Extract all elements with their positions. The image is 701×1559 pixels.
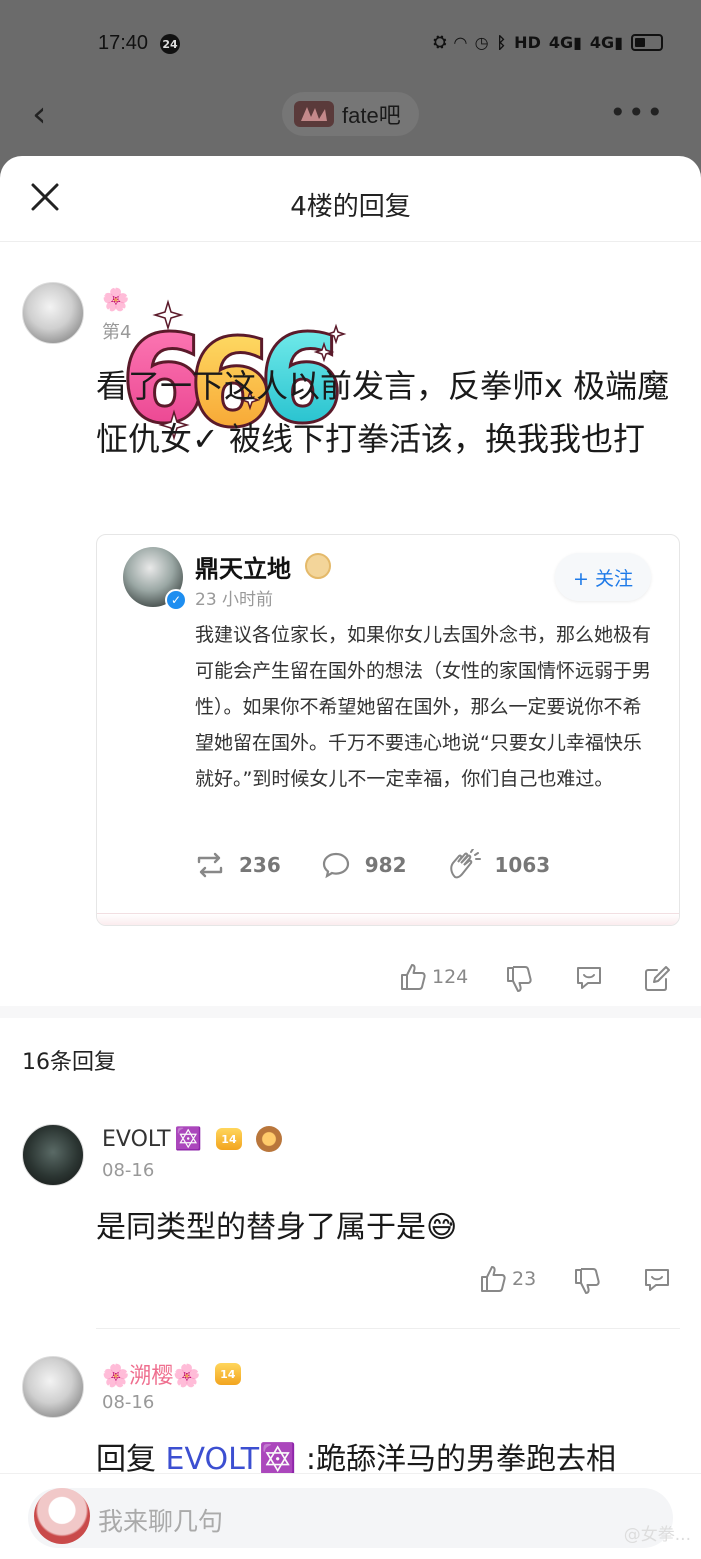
comment-stat: 982 — [321, 851, 407, 879]
comment-button[interactable] — [642, 1266, 672, 1294]
sheet-title: 4楼的回复 — [290, 192, 411, 222]
thumbs-up-icon — [401, 964, 426, 990]
headphones-icon: ◠ — [454, 32, 467, 52]
follow-button: + 关注 — [555, 553, 651, 601]
forum-logo — [294, 101, 334, 127]
forum-name: fate吧 — [342, 103, 401, 128]
thumbs-down-icon — [575, 1268, 600, 1294]
signal-icon: 4G▮ — [548, 32, 582, 52]
battery-icon — [631, 33, 663, 51]
reply-item: EVOLT 🔯 14 08-16 是同类型的替身了属于是😅 23 — [0, 1124, 701, 1314]
vpn-icon: ⛭ — [433, 32, 447, 51]
like-count: 124 — [432, 966, 469, 988]
quoted-weibo-card[interactable]: ✓ 鼎天立地 23 小时前 + 关注 我建议各位家长，如果你女儿去国外念书，那么… — [96, 534, 680, 926]
status-icons: ⛭ ◠ ◷ ᛒ HD 4G▮ 4G▮ — [433, 32, 663, 52]
quote-body: 我建议各位家长，如果你女儿去国外念书，那么她极有可能会产生留在国外的想法（女性的… — [195, 624, 652, 790]
notification-badge: 24 — [160, 34, 180, 54]
comment-bubble-icon — [645, 1269, 669, 1291]
like-count: 23 — [512, 1268, 537, 1290]
quote-bottom-edge — [97, 913, 679, 925]
reply-sheet: 4楼的回复 🌸 第4 6 6 6 666 — [0, 156, 701, 1559]
reply-author[interactable]: 🌸溯樱🌸 14 — [102, 1358, 241, 1390]
section-divider — [0, 1006, 701, 1018]
quote-time: 23 小时前 — [195, 590, 274, 610]
reply-count: 16条回复 — [22, 1050, 116, 1075]
like-button[interactable]: 23 — [478, 1264, 536, 1294]
top-nav: ‹ fate吧 ••• — [0, 88, 701, 148]
comment-placeholder: 我来聊几句 — [98, 1507, 224, 1536]
alarm-icon: ◷ — [474, 32, 489, 52]
post-actions: 124 — [0, 952, 701, 1002]
more-options-icon[interactable]: ••• — [609, 96, 665, 129]
dislike-button[interactable] — [504, 964, 534, 994]
crown-badge-icon — [305, 553, 331, 579]
reply-author[interactable]: EVOLT 🔯 14 — [102, 1126, 282, 1152]
reply-separator — [96, 1328, 680, 1329]
comment-bubble-icon — [577, 967, 601, 989]
bluetooth-icon: ᛒ — [496, 32, 507, 52]
like-stat: 1063 — [447, 849, 550, 881]
star-of-david-emoji: 🔯 — [174, 1126, 202, 1152]
medal-badge-icon — [255, 1126, 282, 1152]
post-text: 看了一下这人以前发言，反拳师x 极端魔怔仇女✓ 被线下打拳活该，换我我也打 — [96, 367, 670, 458]
edit-button[interactable] — [642, 964, 672, 994]
reply-date: 08-16 — [102, 1392, 155, 1413]
thumbs-down-icon — [507, 966, 532, 992]
watermark: @女拳... — [623, 1525, 691, 1545]
reply-text: 回复 EVOLT🔯 :跪舔洋马的男拳跑去相 — [96, 1442, 617, 1477]
status-bar: 17:40 24 ⛭ ◠ ◷ ᛒ HD 4G▮ 4G▮ — [0, 0, 701, 88]
status-time: 17:40 — [98, 32, 149, 54]
reply-date: 08-16 — [102, 1160, 155, 1181]
avatar[interactable] — [22, 282, 84, 344]
clap-icon — [449, 849, 481, 879]
sheet-header: 4楼的回复 — [0, 156, 701, 242]
edit-icon — [645, 966, 670, 991]
quote-stats: 236 982 1063 — [195, 849, 550, 881]
reply-item: 🌸溯樱🌸 14 08-16 回复 EVOLT🔯 :跪舔洋马的男拳跑去相 — [0, 1356, 701, 1477]
thumbs-up-icon — [481, 1266, 506, 1292]
verified-badge-icon: ✓ — [165, 589, 187, 611]
back-arrow-icon[interactable]: ‹ — [32, 94, 46, 135]
dislike-button[interactable] — [572, 1266, 602, 1296]
reply-text: 是同类型的替身了属于是😅 — [96, 1210, 458, 1245]
level-badge: 14 — [215, 1128, 242, 1150]
avatar[interactable] — [22, 1124, 84, 1186]
signal-icon-2: 4G▮ — [589, 32, 623, 52]
level-badge: 14 — [214, 1363, 241, 1385]
like-button[interactable]: 124 — [398, 962, 468, 992]
reply-mention-link[interactable]: EVOLT🔯 — [166, 1442, 297, 1477]
my-avatar — [34, 1488, 90, 1544]
quote-author-name: 鼎天立地 — [195, 555, 291, 583]
comment-icon — [322, 852, 349, 879]
comment-button[interactable] — [574, 964, 604, 992]
repost-stat: 236 — [195, 852, 281, 878]
repost-icon — [197, 852, 223, 878]
main-post: 🌸 第4 6 6 6 666 看了一下这人以前发言，反拳师x 极端魔怔 — [0, 242, 701, 1006]
avatar[interactable] — [22, 1356, 84, 1418]
comment-input-bar: 我来聊几句 @女拳... — [0, 1473, 701, 1559]
forum-pill[interactable]: fate吧 — [282, 92, 419, 136]
hd-icon: HD — [514, 32, 541, 52]
